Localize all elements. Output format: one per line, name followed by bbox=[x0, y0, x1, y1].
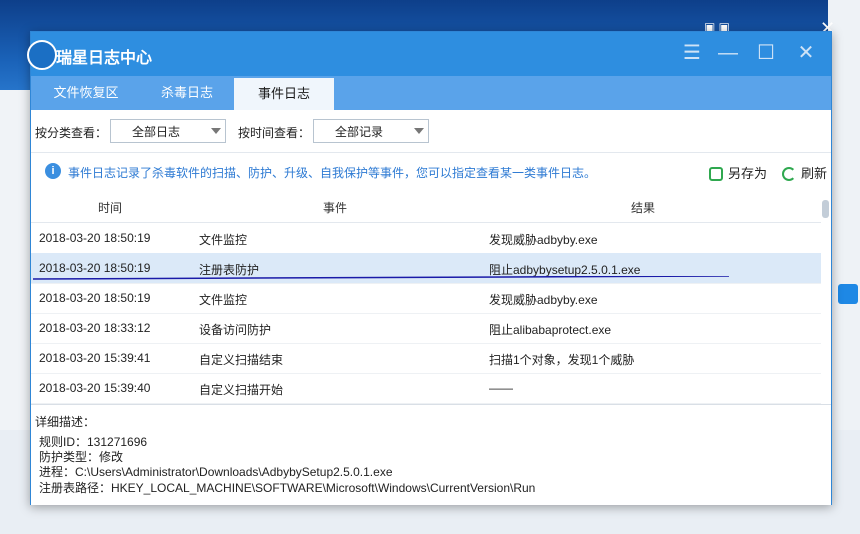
column-header-result[interactable]: 结果 bbox=[631, 199, 655, 216]
cell-time: 2018-03-20 18:50:19 bbox=[39, 231, 151, 245]
cell-result: —— bbox=[489, 381, 513, 395]
cell-time: 2018-03-20 15:39:41 bbox=[39, 351, 151, 365]
table-row[interactable]: 2018-03-20 18:50:19 文件监控 发现威胁adbyby.exe bbox=[31, 223, 821, 254]
cell-time: 2018-03-20 18:50:19 bbox=[39, 291, 151, 305]
cell-result: 阻止alibabaprotect.exe bbox=[489, 323, 612, 337]
refresh-icon bbox=[782, 167, 796, 181]
info-bar: i 事件日志记录了杀毒软件的扫描、防护、升级、自我保护等事件，您可以指定查看某一… bbox=[31, 152, 831, 191]
tab-scan-log[interactable]: 杀毒日志 bbox=[141, 76, 233, 110]
table-row[interactable]: 2018-03-20 18:33:12 设备访问防护 阻止alibabaprot… bbox=[31, 313, 821, 344]
detail-panel: 详细描述： 规则ID：131271696 防护类型：修改 进程：C:\Users… bbox=[31, 404, 831, 505]
export-icon bbox=[709, 167, 723, 181]
window-title: 瑞星日志中心 bbox=[56, 50, 153, 67]
cell-time: 2018-03-20 15:39:40 bbox=[39, 381, 151, 395]
annotation-underline bbox=[33, 276, 729, 280]
minimize-icon[interactable]: — bbox=[715, 40, 741, 66]
detail-registry-path: 注册表路径：HKEY_LOCAL_MACHINE\SOFTWARE\Micros… bbox=[39, 481, 536, 495]
title-bar: 瑞星日志中心 ☰ — ☐ ✕ bbox=[27, 32, 831, 76]
table-header: 时间 事件 结果 bbox=[31, 190, 821, 223]
filter-bar: 按分类查看： 全部日志 按时间查看： 全部记录 bbox=[31, 110, 831, 152]
info-icon: i bbox=[45, 163, 61, 179]
log-center-window: 瑞星日志中心 ☰ — ☐ ✕ 文件恢复区 杀毒日志 事件日志 按分类查看： 全部… bbox=[27, 31, 832, 505]
cell-result: 发现威胁adbyby.exe bbox=[489, 293, 598, 307]
refresh-label: 刷新 bbox=[801, 166, 828, 181]
table-row[interactable]: 2018-03-20 15:39:40 自定义扫描开始 —— bbox=[31, 373, 821, 404]
cell-event: 自定义扫描开始 bbox=[199, 383, 284, 397]
cell-result: 扫描1个对象，发现1个威胁 bbox=[489, 353, 635, 367]
table-scrollbar[interactable] bbox=[822, 200, 829, 218]
category-select[interactable]: 全部日志 bbox=[110, 119, 226, 143]
cell-result: 发现威胁adbyby.exe bbox=[489, 233, 598, 247]
cell-event: 设备访问防护 bbox=[199, 323, 272, 337]
tab-bar: 文件恢复区 杀毒日志 事件日志 bbox=[31, 76, 831, 110]
cell-time: 2018-03-20 18:33:12 bbox=[39, 321, 151, 335]
detail-title: 详细描述： bbox=[35, 415, 96, 429]
chevron-down-icon bbox=[211, 128, 221, 134]
time-select[interactable]: 全部记录 bbox=[313, 119, 429, 143]
detail-process: 进程：C:\Users\Administrator\Downloads\Adby… bbox=[39, 465, 393, 479]
close-icon[interactable]: ✕ bbox=[793, 40, 819, 66]
event-log-table: 时间 事件 结果 2018-03-20 18:50:19 文件监控 发现威胁ad… bbox=[31, 190, 831, 404]
table-row[interactable]: 2018-03-20 18:50:19 文件监控 发现威胁adbyby.exe bbox=[31, 283, 821, 314]
tab-file-recovery[interactable]: 文件恢复区 bbox=[31, 76, 141, 110]
cell-event: 文件监控 bbox=[199, 233, 248, 247]
save-as-label: 另存为 bbox=[728, 166, 768, 181]
tab-event-log[interactable]: 事件日志 bbox=[234, 78, 334, 110]
category-select-value: 全部日志 bbox=[131, 125, 180, 139]
time-filter-label: 按时间查看： bbox=[238, 126, 311, 140]
column-header-time[interactable]: 时间 bbox=[98, 199, 122, 216]
table-row[interactable]: 2018-03-20 15:39:41 自定义扫描结束 扫描1个对象，发现1个威… bbox=[31, 343, 821, 374]
background-side-button[interactable] bbox=[838, 284, 858, 304]
cell-event: 自定义扫描结束 bbox=[199, 353, 284, 367]
time-select-value: 全部记录 bbox=[334, 125, 383, 139]
cell-event: 文件监控 bbox=[199, 293, 248, 307]
save-as-button[interactable]: 另存为 bbox=[709, 163, 767, 182]
category-filter-label: 按分类查看： bbox=[35, 126, 108, 140]
rising-logo-icon bbox=[27, 40, 57, 70]
column-header-event[interactable]: 事件 bbox=[323, 199, 347, 216]
refresh-button[interactable]: 刷新 bbox=[782, 163, 827, 182]
chevron-down-icon bbox=[414, 128, 424, 134]
menu-icon[interactable]: ☰ bbox=[679, 40, 705, 66]
maximize-icon[interactable]: ☐ bbox=[753, 40, 779, 66]
cell-time: 2018-03-20 18:50:19 bbox=[39, 261, 151, 275]
info-text: 事件日志记录了杀毒软件的扫描、防护、升级、自我保护等事件，您可以指定查看某一类事… bbox=[68, 166, 597, 180]
